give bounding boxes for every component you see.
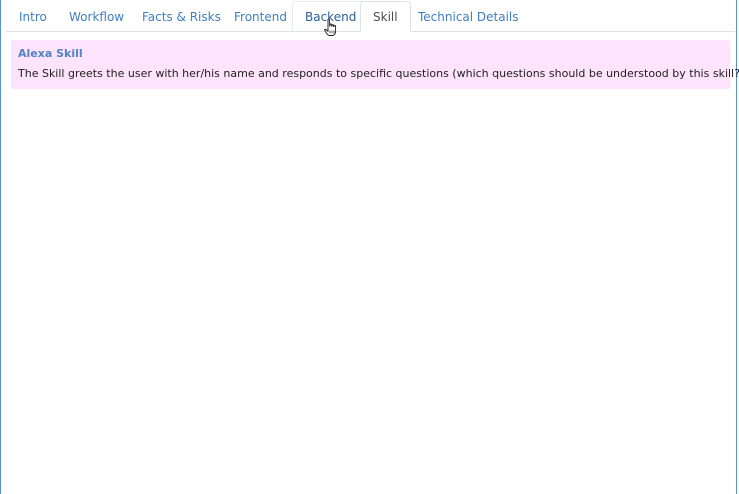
- tab-technical-details[interactable]: Technical Details: [405, 1, 532, 32]
- tab-skill[interactable]: Skill: [360, 1, 411, 32]
- tab-bar: Intro Workflow Facts & Risks Frontend Ba…: [6, 0, 735, 32]
- skill-panel-title: Alexa Skill: [18, 47, 83, 60]
- tab-frontend[interactable]: Frontend: [221, 1, 300, 32]
- app-frame: Intro Workflow Facts & Risks Frontend Ba…: [0, 0, 739, 494]
- tab-facts-risks[interactable]: Facts & Risks: [129, 1, 234, 32]
- skill-panel-description: The Skill greets the user with her/his n…: [18, 67, 739, 80]
- tab-intro[interactable]: Intro: [6, 1, 60, 32]
- tab-backend[interactable]: Backend: [292, 1, 370, 32]
- skill-info-panel: Alexa Skill The Skill greets the user wi…: [11, 40, 739, 89]
- tab-workflow[interactable]: Workflow: [56, 1, 137, 32]
